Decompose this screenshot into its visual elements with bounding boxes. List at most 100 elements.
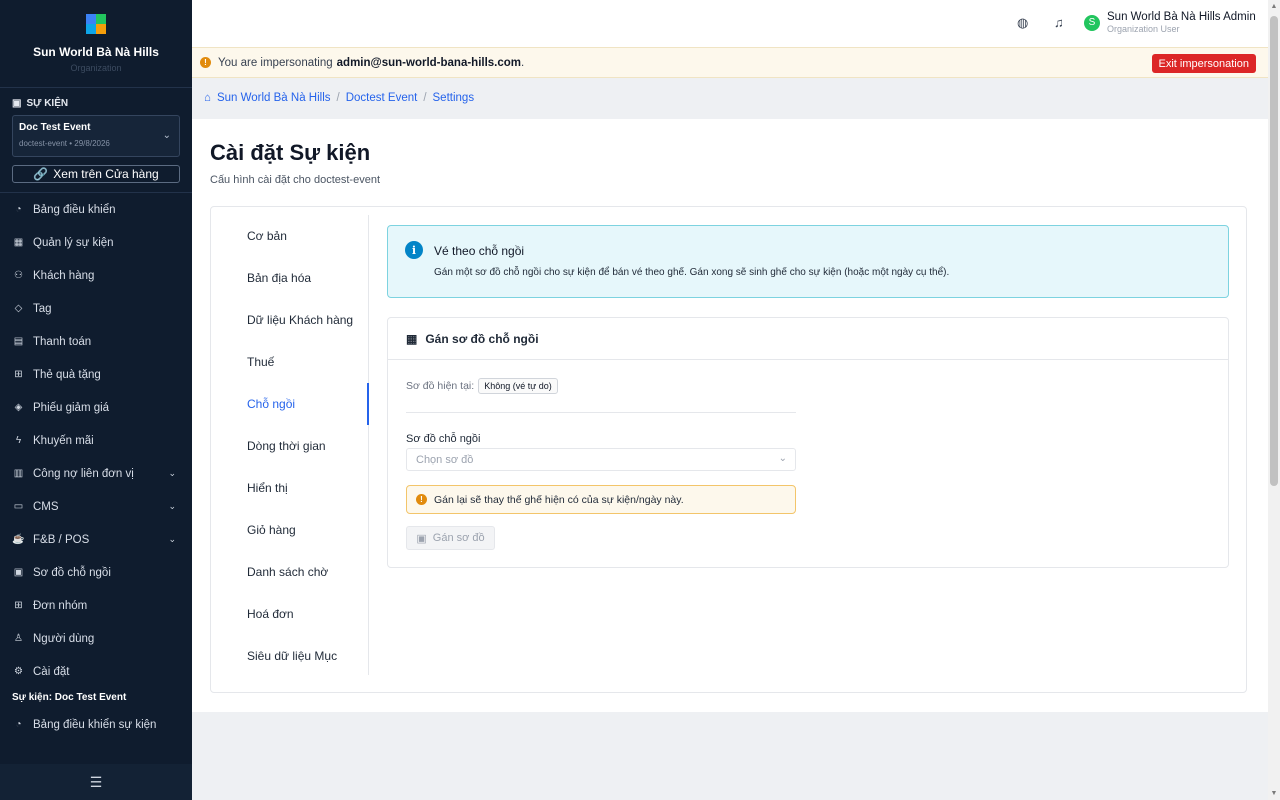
page-title: Cài đặt Sự kiện (210, 140, 371, 165)
home-icon: ⌂ (204, 92, 211, 104)
sidebar-item-gift-cards[interactable]: ⊞ Thẻ quà tặng (0, 358, 192, 391)
impersonation-prefix: You are impersonating (218, 56, 333, 69)
tab-basic[interactable]: Cơ bản (229, 215, 368, 257)
brand: Sun World Bà Nà Hills Organization (0, 0, 192, 88)
sidebar-item-seating[interactable]: ▣ Sơ đồ chỗ ngồi (0, 556, 192, 589)
gauge-icon: ◔ (15, 204, 22, 215)
gear-icon: ⚙ (14, 666, 23, 677)
current-seatmap: Sơ đồ hiện tại: Không (vé tự do) (406, 378, 558, 394)
tag-icon: ◇ (14, 303, 23, 314)
globe-icon[interactable]: ◍ (1017, 15, 1028, 31)
chevron-down-icon: ⌄ (168, 468, 176, 478)
assign-seatmap-card: ▦ Gán sơ đồ chỗ ngồi Sơ đồ hiện tại: Khô… (387, 317, 1229, 568)
qr-grid-icon: ▦ (406, 331, 418, 346)
sidebar: Sun World Bà Nà Hills Organization ▣ SỰ … (0, 0, 192, 800)
info-text: Gán một sơ đồ chỗ ngồi cho sự kiện để bá… (434, 267, 950, 278)
page-scrollbar[interactable]: ▲ ▼ (1268, 0, 1280, 800)
settings-card: Cơ bản Bản địa hóa Dữ liệu Khách hàng Th… (210, 206, 1247, 693)
sidebar-item-customers[interactable]: ⚇ Khách hàng (0, 259, 192, 292)
event-nav-group-label: Sự kiện: Doc Test Event (12, 692, 127, 703)
assign-seatmap-button[interactable]: ▣ Gán sơ đồ (406, 526, 495, 550)
sidebar-nav: ◔ Bảng điều khiển ▦ Quản lý sự kiện ⚇ Khách… (0, 193, 192, 688)
tab-tax[interactable]: Thuế (229, 341, 368, 383)
chevron-down-icon: ⌄ (168, 534, 176, 544)
tab-timeline[interactable]: Dòng thời gian (229, 425, 368, 467)
sidebar-item-event-dashboard[interactable]: ◔ Bảng điều khiển sự kiện (0, 708, 192, 741)
gift-icon: ⊞ (14, 369, 23, 380)
user-menu[interactable]: S Sun World Bà Nà Hills Admin Organizati… (1084, 11, 1256, 34)
exit-impersonation-button[interactable]: Exit impersonation (1151, 54, 1256, 73)
user-name: Sun World Bà Nà Hills Admin (1107, 11, 1256, 23)
sidebar-item-intercompany[interactable]: ▥ Công nợ liên đơn vị ⌄ (0, 457, 192, 490)
sidebar-item-cms[interactable]: ▭ CMS ⌄ (0, 490, 192, 523)
reassign-warning: ! Gán lại sẽ thay thế ghế hiện có của sự… (406, 485, 796, 514)
tab-localization[interactable]: Bản địa hóa (229, 257, 368, 299)
seatmap-select[interactable]: Chọn sơ đồ ⌄ (406, 448, 796, 471)
menu-collapse-icon: ☰ (89, 773, 103, 790)
avatar: S (1084, 14, 1100, 31)
divider (406, 412, 796, 413)
collapse-sidebar-button[interactable]: ☰ (0, 764, 192, 800)
brand-logo-icon (84, 10, 108, 34)
tab-item-metadata[interactable]: Siêu dữ liệu Mục (229, 635, 368, 677)
users-icon: ⚇ (14, 270, 23, 281)
info-icon: i (405, 241, 423, 259)
bell-icon[interactable]: ♫ (1054, 15, 1064, 30)
grid-icon: ⊞ (14, 600, 23, 611)
sidebar-item-events[interactable]: ▦ Quản lý sự kiện (0, 226, 192, 259)
tab-seating[interactable]: Chỗ ngồi (229, 383, 369, 425)
assign-seatmap-header: ▦ Gán sơ đồ chỗ ngồi (388, 318, 1228, 360)
link-icon: 🔗 (33, 167, 49, 181)
document-icon: ▭ (13, 501, 24, 512)
tab-customer-data[interactable]: Dữ liệu Khách hàng (229, 299, 368, 341)
coupon-icon: ◈ (14, 402, 23, 413)
sidebar-item-payments[interactable]: ▤ Thanh toán (0, 325, 192, 358)
breadcrumb-settings[interactable]: Settings (433, 92, 475, 104)
chevron-down-icon: ⌄ (168, 501, 176, 511)
user-icon: ♙ (14, 633, 23, 644)
breadcrumb-org[interactable]: Sun World Bà Nà Hills (217, 92, 331, 104)
topbar: ◍ ♫ S Sun World Bà Nà Hills Admin Organi… (192, 0, 1268, 47)
event-section-header: ▣ SỰ KIỆN (12, 98, 69, 109)
settings-tabs: Cơ bản Bản địa hóa Dữ liệu Khách hàng Th… (229, 215, 369, 675)
sidebar-item-coupons[interactable]: ◈ Phiếu giảm giá (0, 391, 192, 424)
calendar-icon: ▦ (13, 237, 24, 248)
scroll-up-icon[interactable]: ▲ (1270, 3, 1278, 10)
event-selector[interactable]: Doc Test Event doctest-event • 29/8/2026… (12, 115, 180, 157)
tab-invoice[interactable]: Hoá đơn (229, 593, 368, 635)
sidebar-item-users[interactable]: ♙ Người dùng (0, 622, 192, 655)
warning-icon: ! (200, 57, 211, 68)
seating-info-box: i Vé theo chỗ ngồi Gán một sơ đồ chỗ ngồ… (387, 225, 1229, 298)
impersonation-suffix: . (521, 56, 525, 69)
main-content: Cài đặt Sự kiện Cấu hình cài đặt cho doc… (192, 119, 1268, 712)
layout-icon: ▣ (13, 567, 24, 578)
coffee-icon: ☕ (12, 534, 25, 545)
chevron-down-icon: ⌄ (162, 130, 171, 141)
info-title: Vé theo chỗ ngồi (434, 244, 525, 258)
sidebar-item-dashboard[interactable]: ◔ Bảng điều khiển (0, 193, 192, 226)
breadcrumb-event[interactable]: Doctest Event (346, 92, 418, 104)
tab-cart[interactable]: Giỏ hàng (229, 509, 368, 551)
warning-icon: ! (416, 494, 427, 505)
seatmap-field-label: Sơ đồ chỗ ngồi (406, 433, 481, 445)
impersonation-banner: ! You are impersonating admin@sun-world-… (192, 47, 1268, 78)
sidebar-item-settings[interactable]: ⚙ Cài đặt (0, 655, 192, 688)
gauge-icon: ◔ (15, 719, 22, 730)
tab-waitlist[interactable]: Danh sách chờ (229, 551, 368, 593)
tab-display[interactable]: Hiển thị (229, 467, 368, 509)
breadcrumb: ⌂ Sun World Bà Nà Hills / Doctest Event … (204, 92, 475, 104)
sidebar-item-promotions[interactable]: ϟ Khuyến mãi (0, 424, 192, 457)
sidebar-item-tag[interactable]: ◇ Tag (0, 292, 192, 325)
sidebar-item-fnb-pos[interactable]: ☕ F&B / POS ⌄ (0, 523, 192, 556)
brand-name: Sun World Bà Nà Hills (33, 45, 159, 59)
view-on-store-button[interactable]: 🔗 Xem trên Cửa hàng (12, 165, 180, 183)
bolt-icon: ϟ (15, 435, 22, 446)
brand-subtitle: Organization (70, 63, 122, 73)
scroll-down-icon[interactable]: ▼ (1270, 790, 1278, 797)
scroll-thumb[interactable] (1270, 16, 1278, 486)
sidebar-item-group-orders[interactable]: ⊞ Đơn nhóm (0, 589, 192, 622)
user-role: Organization User (1107, 24, 1180, 34)
page-subtitle: Cấu hình cài đặt cho doctest-event (210, 174, 380, 186)
receipt-icon: ▤ (13, 336, 24, 347)
event-name: Doc Test Event (19, 122, 91, 133)
